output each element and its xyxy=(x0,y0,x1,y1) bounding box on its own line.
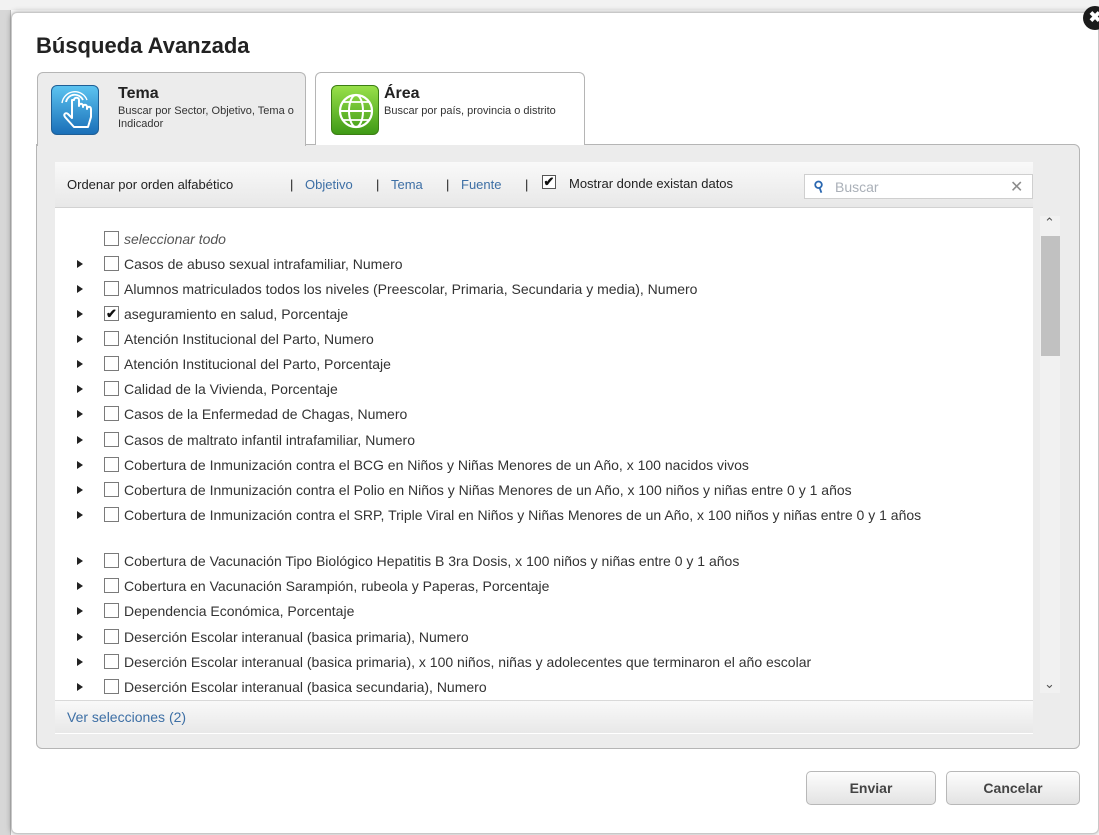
expand-arrow-icon[interactable] xyxy=(77,410,83,418)
item-label: Cobertura de Vacunación Tipo Biológico H… xyxy=(124,553,740,569)
show-data-checkbox[interactable]: ✔ xyxy=(542,175,556,189)
separator: | xyxy=(446,177,450,192)
item-label: Alumnos matriculados todos los niveles (… xyxy=(124,281,698,297)
item-checkbox[interactable] xyxy=(104,553,119,568)
dialog-title: Búsqueda Avanzada xyxy=(36,33,250,58)
send-button[interactable]: Enviar xyxy=(806,771,936,805)
item-label: Dependencia Económica, Porcentaje xyxy=(124,603,355,619)
expand-arrow-icon[interactable] xyxy=(77,511,83,519)
expand-arrow-icon[interactable] xyxy=(77,607,83,615)
item-checkbox[interactable] xyxy=(104,482,119,497)
item-checkbox[interactable] xyxy=(104,679,119,694)
item-label: aseguramiento en salud, Porcentaje xyxy=(124,306,349,322)
expand-arrow-icon[interactable] xyxy=(77,557,83,565)
item-checkbox[interactable] xyxy=(104,331,119,346)
expand-arrow-icon[interactable] xyxy=(77,633,83,641)
expand-arrow-icon[interactable] xyxy=(77,385,83,393)
search-box: ⚲ ✕ xyxy=(804,174,1033,199)
item-checkbox[interactable] xyxy=(104,629,119,644)
item-label: Casos de la Enfermedad de Chagas, Numero xyxy=(124,406,408,422)
separator: | xyxy=(376,177,380,192)
item-label: Cobertura en Vacunación Sarampión, rubeo… xyxy=(124,578,550,594)
expand-arrow-icon[interactable] xyxy=(77,285,83,293)
item-checkbox[interactable] xyxy=(104,654,119,669)
separator: | xyxy=(525,177,529,192)
item-checkbox[interactable] xyxy=(104,356,119,371)
tab-area-title: Área xyxy=(384,85,420,102)
item-checkbox[interactable] xyxy=(104,578,119,593)
sort-objetivo-link[interactable]: Objetivo xyxy=(305,177,353,192)
item-checkbox[interactable] xyxy=(104,507,119,522)
search-input[interactable] xyxy=(835,178,995,195)
clear-icon[interactable]: ✕ xyxy=(1010,177,1023,197)
item-checkbox[interactable] xyxy=(104,281,119,296)
item-checkbox[interactable] xyxy=(104,457,119,472)
selection-footer: Ver selecciones (2) xyxy=(55,700,1033,733)
item-label: Casos de abuso sexual intrafamiliar, Num… xyxy=(124,256,403,272)
item-label: Deserción Escolar interanual (basica pri… xyxy=(124,629,469,645)
scroll-up-icon[interactable]: ⌃ xyxy=(1044,215,1055,231)
tab-area-description: Buscar por país, provincia o distrito xyxy=(384,105,556,117)
expand-arrow-icon[interactable] xyxy=(77,658,83,666)
select-all-checkbox[interactable] xyxy=(104,231,119,246)
item-label: Cobertura de Inmunización contra el SRP,… xyxy=(124,507,922,523)
sort-tema-link[interactable]: Tema xyxy=(391,177,423,192)
tab-tema[interactable]: Tema Buscar por Sector, Objetivo, Tema o… xyxy=(37,72,306,146)
touch-hand-icon xyxy=(51,85,99,135)
item-checkbox[interactable] xyxy=(104,381,119,396)
expand-arrow-icon[interactable] xyxy=(77,260,83,268)
indicator-list: seleccionar todo Casos de abuso sexual i… xyxy=(55,210,1033,696)
item-label: Deserción Escolar interanual (basica sec… xyxy=(124,679,487,695)
select-all-label: seleccionar todo xyxy=(124,231,226,247)
item-checkbox[interactable] xyxy=(104,256,119,271)
item-checkbox[interactable]: ✔ xyxy=(104,306,119,321)
show-data-label: Mostrar donde existan datos xyxy=(569,176,734,191)
expand-arrow-icon[interactable] xyxy=(77,360,83,368)
item-checkbox[interactable] xyxy=(104,603,119,618)
item-label: Deserción Escolar interanual (basica pri… xyxy=(124,654,812,670)
item-checkbox[interactable] xyxy=(104,406,119,421)
item-label: Atención Institucional del Parto, Numero xyxy=(124,331,374,347)
item-label: Atención Institucional del Parto, Porcen… xyxy=(124,356,391,372)
item-checkbox[interactable] xyxy=(104,432,119,447)
globe-icon xyxy=(331,85,379,135)
expand-arrow-icon[interactable] xyxy=(77,335,83,343)
view-selections-link[interactable]: Ver selecciones (2) xyxy=(67,709,186,725)
expand-arrow-icon[interactable] xyxy=(77,461,83,469)
item-label: Casos de maltrato infantil intrafamiliar… xyxy=(124,432,416,448)
expand-arrow-icon[interactable] xyxy=(77,436,83,444)
sort-label: Ordenar por orden alfabético xyxy=(67,177,234,192)
scrollbar-thumb[interactable] xyxy=(1041,236,1060,356)
item-label: Cobertura de Inmunización contra el BCG … xyxy=(124,457,749,473)
tab-tema-title: Tema xyxy=(118,85,159,102)
item-label: Cobertura de Inmunización contra el Poli… xyxy=(124,482,852,498)
expand-arrow-icon[interactable] xyxy=(77,683,83,691)
cancel-button[interactable]: Cancelar xyxy=(946,771,1080,805)
item-label: Calidad de la Vivienda, Porcentaje xyxy=(124,381,338,397)
tab-tema-description: Buscar por Sector, Objetivo, Tema o Indi… xyxy=(118,105,294,130)
search-icon[interactable]: ⚲ xyxy=(811,177,826,196)
scroll-down-icon[interactable]: ⌄ xyxy=(1044,676,1055,692)
expand-arrow-icon[interactable] xyxy=(77,582,83,590)
background-page-top xyxy=(0,0,1099,10)
background-page-edge xyxy=(0,0,11,835)
sort-fuente-link[interactable]: Fuente xyxy=(461,177,501,192)
expand-arrow-icon[interactable] xyxy=(77,486,83,494)
expand-arrow-icon[interactable] xyxy=(77,310,83,318)
tab-area[interactable]: Área Buscar por país, provincia o distri… xyxy=(315,72,585,145)
separator: | xyxy=(290,177,294,192)
filter-bar: Ordenar por orden alfabético | Objetivo … xyxy=(55,162,1033,208)
